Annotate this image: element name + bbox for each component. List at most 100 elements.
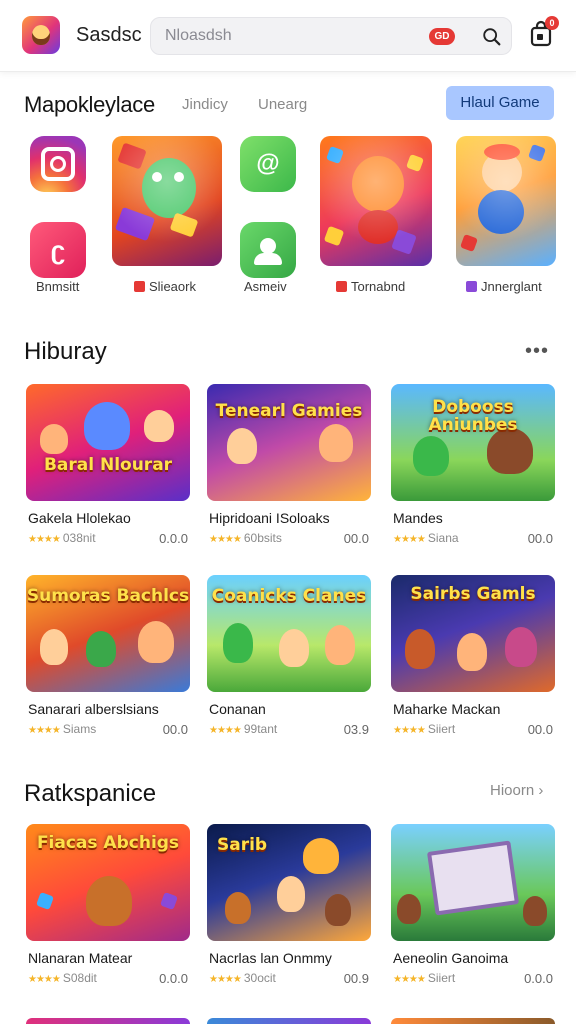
cube-art	[160, 892, 178, 910]
game-title: Sanarari alberslsians	[28, 701, 159, 717]
search-input[interactable]: Nloasdsh GD	[150, 17, 512, 55]
character-art	[405, 629, 435, 669]
game-thumbnail: Sairbs Gamls	[391, 575, 555, 692]
play-game-button[interactable]: Hlaul Game	[446, 86, 554, 120]
game-thumbnail-title: Tenearl Gamies	[215, 401, 363, 421]
green-chat-app-icon[interactable]: @	[240, 136, 296, 192]
game-thumbnail-title: Coanicks Clanes	[211, 586, 367, 606]
app-logo[interactable]	[22, 16, 60, 54]
character-art	[277, 876, 305, 912]
game-thumbnail: Fiacas Abchigs	[26, 824, 190, 941]
rating-stars-icon: ★★★★	[209, 725, 242, 736]
search-placeholder: Nloasdsh	[165, 27, 232, 44]
green-profile-app-icon[interactable]	[240, 222, 296, 278]
more-options-icon[interactable]: •••	[525, 340, 549, 363]
shine-overlay	[320, 136, 432, 266]
game-title: Hipridoani ISoloaks	[209, 510, 330, 526]
game-thumbnail: Dobooss Aniunbes	[391, 384, 555, 501]
character-art	[40, 424, 68, 454]
character-art	[223, 623, 253, 663]
featured-game-art-2[interactable]	[320, 136, 432, 266]
game-thumbnail: Sumoras Bachlcs	[26, 575, 190, 692]
see-more-link[interactable]: Hioorn ›	[490, 782, 543, 799]
search-icon[interactable]	[481, 26, 503, 48]
featured-label-1[interactable]: Bnmsitt	[36, 279, 79, 294]
character-art	[397, 894, 421, 924]
character-art	[84, 402, 130, 450]
rating-stars-icon: ★★★★	[393, 974, 426, 985]
section-title-marketplace: Mapokleylace	[24, 92, 155, 117]
featured-label-text: Bnmsitt	[36, 279, 80, 294]
rating-stars-icon: ★★★★	[393, 725, 426, 736]
game-meta: ★★★★ Siiert 00.0	[393, 722, 553, 738]
game-subtitle: Siana	[427, 531, 459, 545]
character-art	[86, 631, 116, 667]
game-thumbnail-title: Dobooss Aniunbes	[428, 397, 518, 435]
featured-game-art-1[interactable]	[112, 136, 222, 266]
instagram-app-icon[interactable]	[30, 136, 86, 192]
featured-label-2[interactable]: Slieaork	[134, 279, 196, 294]
featured-label-4[interactable]: Tornabnd	[336, 279, 405, 294]
game-score: 0.0.0	[159, 531, 188, 546]
game-subtitle: 038nit	[62, 531, 96, 545]
red-app-icon[interactable]: ʗ	[30, 222, 86, 278]
game-title: Nlanaran Matear	[28, 950, 133, 966]
character-art	[138, 621, 174, 663]
red-app-glyph: ʗ	[50, 234, 66, 265]
red-marker-icon	[336, 281, 347, 292]
game-thumbnail-title: Fiacas Abchigs	[36, 833, 180, 853]
fox-character-art	[86, 876, 132, 926]
game-score: 00.9	[343, 971, 369, 986]
featured-label-5[interactable]: Jnnerglant	[466, 279, 542, 294]
game-score: 00.0	[527, 722, 553, 737]
featured-label-3[interactable]: Asmeiv	[244, 279, 287, 294]
character-art	[325, 625, 355, 665]
game-meta: ★★★★ 60bsits 00.0	[209, 531, 369, 547]
rating-stars-icon: ★★★★	[28, 725, 61, 736]
shine-overlay	[456, 136, 556, 266]
tab-first[interactable]: Jindicy	[182, 96, 228, 113]
game-title: Mandes	[393, 510, 443, 526]
game-score: 03.9	[343, 722, 369, 737]
game-subtitle: 60bsits	[243, 531, 282, 545]
featured-label-text: Asmeiv	[244, 279, 287, 294]
game-meta: ★★★★ S08dit 0.0.0	[28, 971, 188, 987]
game-subtitle: Siiert	[427, 971, 456, 985]
game-title: Maharke Mackan	[393, 701, 501, 717]
game-meta: ★★★★ Siams 00.0	[28, 722, 188, 738]
shine-overlay	[112, 136, 222, 266]
next-row-peek	[207, 1018, 371, 1024]
green-app-glyph: @	[256, 150, 280, 177]
character-art	[413, 436, 449, 476]
next-row-peek	[391, 1018, 555, 1024]
game-title: Aeneolin Ganoima	[393, 950, 509, 966]
game-score: 00.0	[527, 531, 553, 546]
section-title-library: Hiburay	[24, 338, 107, 365]
character-art	[279, 629, 309, 667]
rating-stars-icon: ★★★★	[28, 974, 61, 985]
game-thumbnail-title: Sarib	[217, 835, 268, 855]
game-score: 0.0.0	[524, 971, 553, 986]
rating-stars-icon: ★★★★	[393, 534, 426, 545]
rating-stars-icon: ★★★★	[209, 534, 242, 545]
game-meta: ★★★★ 30ocit 00.9	[209, 971, 369, 987]
game-meta: ★★★★ 99tant 03.9	[209, 722, 369, 738]
game-thumbnail-title: Baral Nlourar	[43, 455, 173, 475]
character-art	[325, 894, 351, 926]
game-subtitle: Siiert	[427, 722, 456, 736]
character-art	[319, 424, 353, 462]
character-art	[40, 629, 68, 665]
game-subtitle: Siams	[62, 722, 97, 736]
character-art	[505, 627, 537, 667]
game-title: Conanan	[209, 701, 266, 717]
featured-game-art-3[interactable]	[456, 136, 556, 266]
game-title: Gakela Hlolekao	[28, 510, 131, 526]
rating-stars-icon: ★★★★	[209, 974, 242, 985]
search-badge: GD	[429, 28, 455, 45]
game-thumbnail-title: Sumoras Bachlcs	[26, 586, 190, 606]
game-subtitle: S08dit	[62, 971, 97, 985]
game-score: 00.0	[343, 531, 369, 546]
tab-second[interactable]: Unearg	[258, 96, 307, 113]
game-score: 00.0	[162, 722, 188, 737]
character-art	[457, 633, 487, 671]
